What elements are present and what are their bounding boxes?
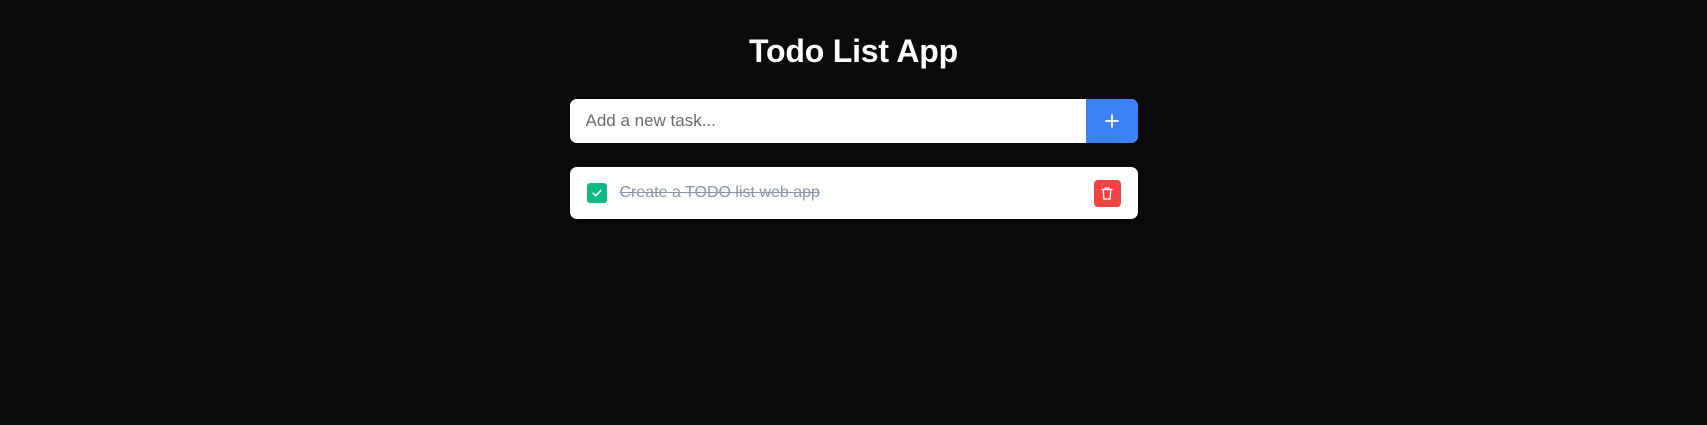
page-title: Todo List App [749,33,958,69]
add-task-form [569,99,1138,143]
task-checkbox[interactable] [586,183,607,203]
plus-icon [1103,112,1121,130]
trash-icon [1100,186,1114,201]
task-text: Create a TODO list web app [619,184,820,201]
check-icon [591,187,603,199]
task-list: Create a TODO list web app [569,167,1138,219]
add-task-button[interactable] [1085,99,1138,143]
todo-app: Todo List App Create a TODO list web app [569,0,1138,219]
delete-task-button[interactable] [1093,179,1121,207]
task-item: Create a TODO list web app [569,167,1138,219]
new-task-input[interactable] [569,99,1086,143]
